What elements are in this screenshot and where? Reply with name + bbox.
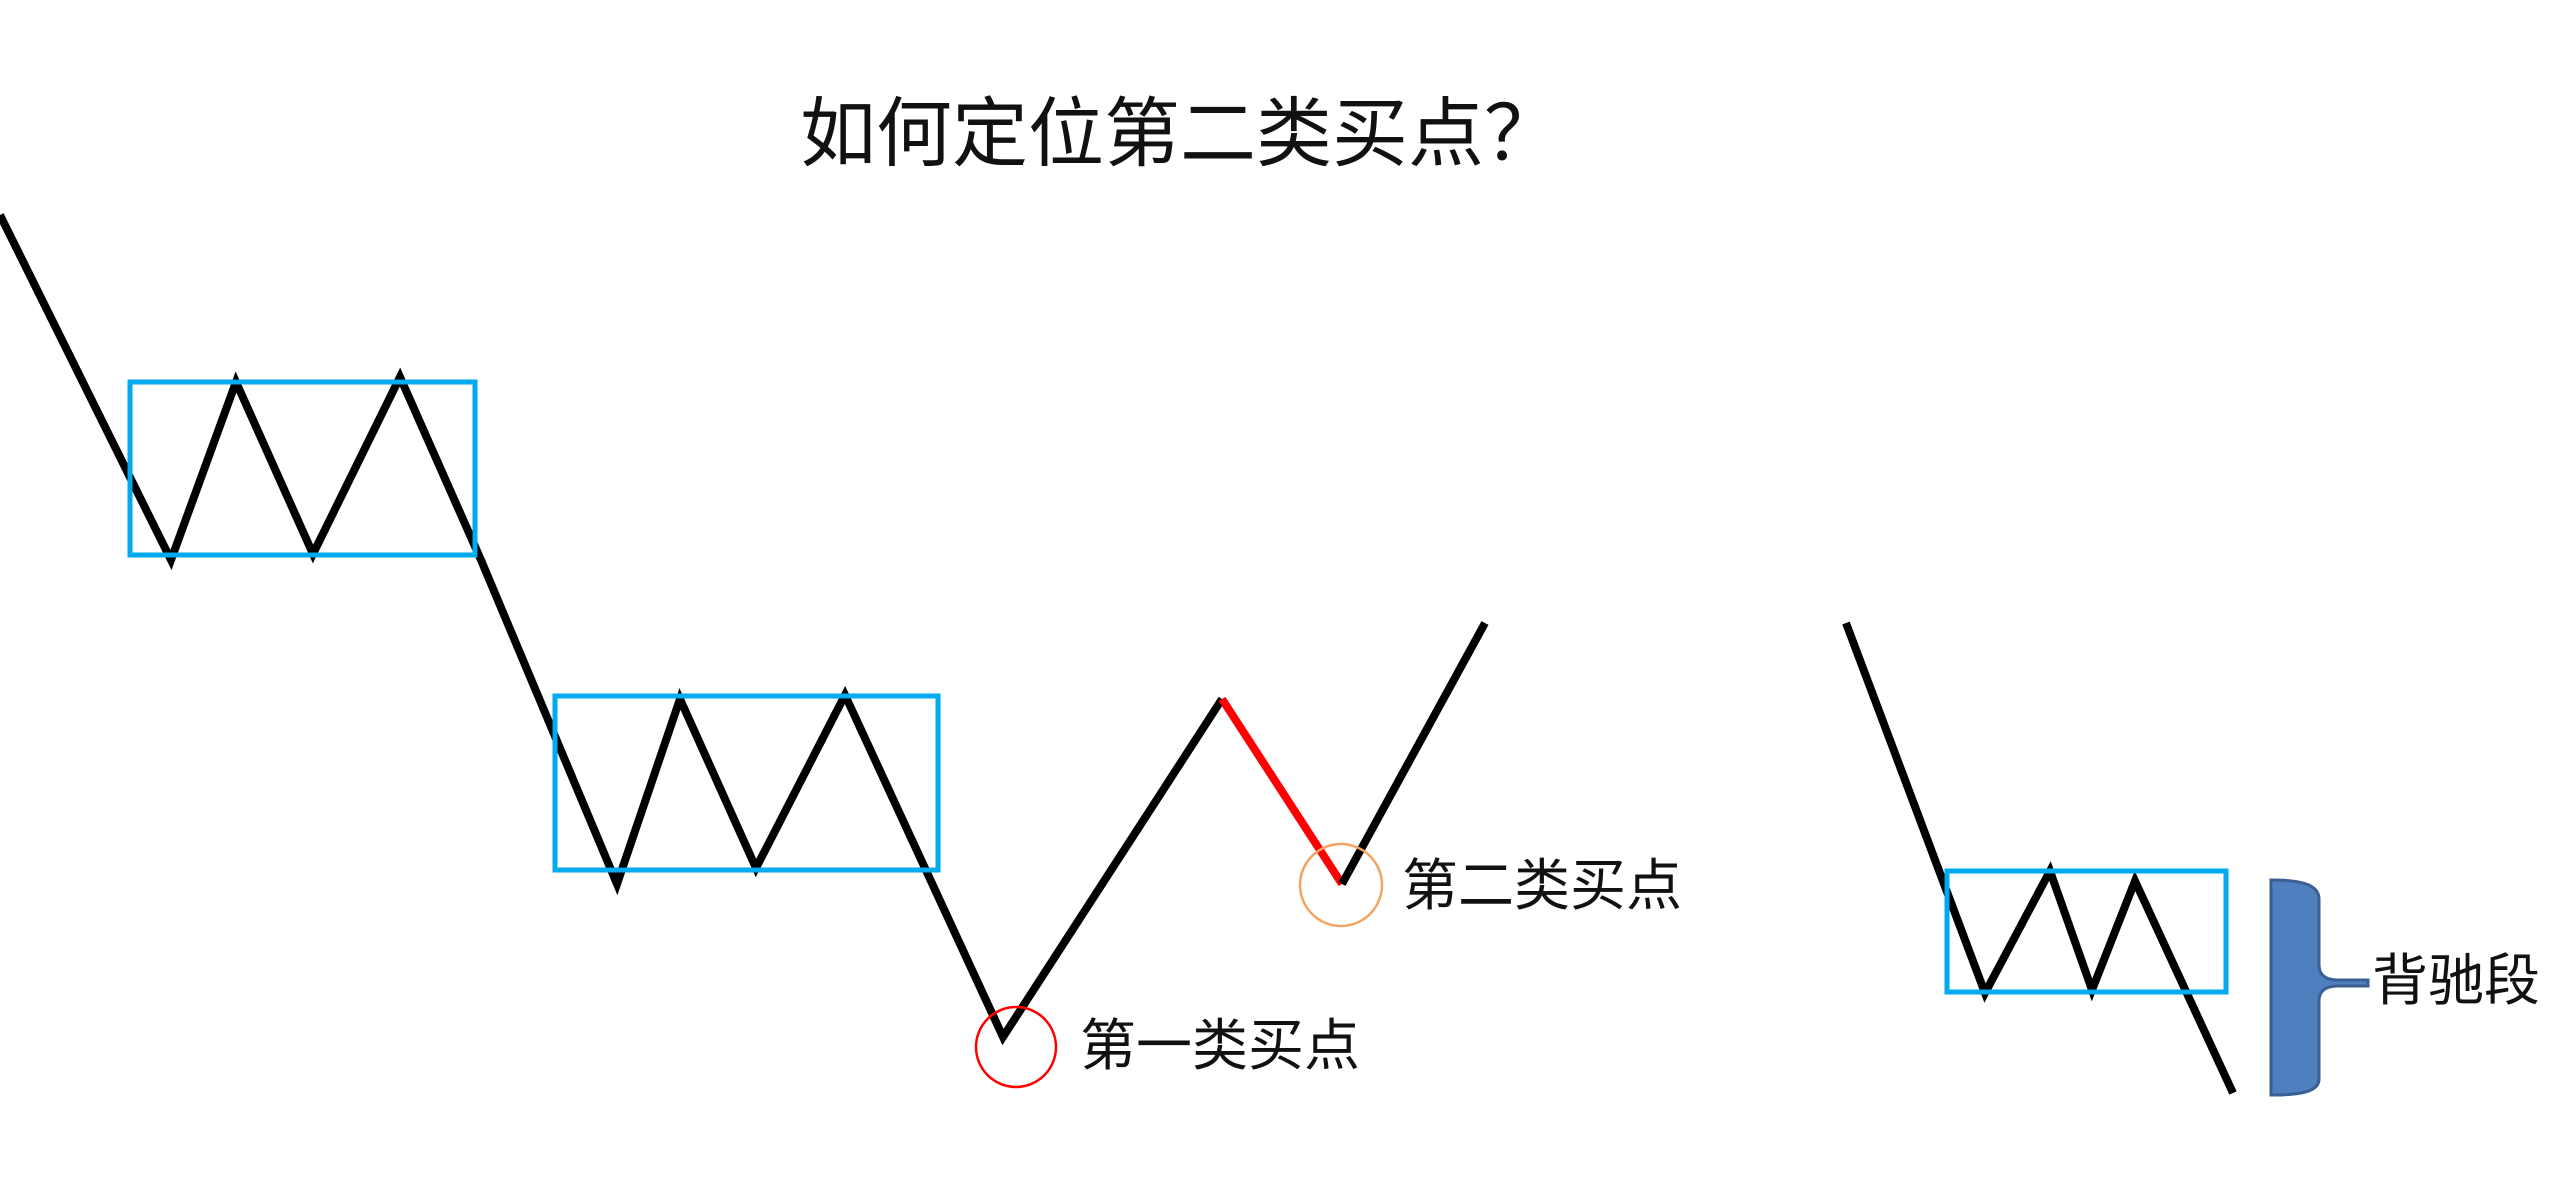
second-buy-pullback-segment	[1218, 696, 1346, 887]
second-buy-point-label: 第二类买点	[1402, 854, 1682, 919]
diagram-canvas: 如何定位第二类买点？ 第一类买点 第二类买点 背驰段	[0, 89, 2540, 1097]
first-buy-point-label: 第一类买点	[1080, 1014, 1360, 1079]
price-line-divergence	[1842, 621, 2237, 1095]
divergence-brace	[2269, 878, 2370, 1097]
price-line-main	[0, 213, 1226, 1046]
divergence-label: 背驰段	[2372, 949, 2540, 1014]
price-line-rally	[1338, 621, 1489, 886]
page-title: 如何定位第二类买点？	[800, 89, 1560, 178]
second-buy-point-marker	[1298, 842, 1384, 928]
